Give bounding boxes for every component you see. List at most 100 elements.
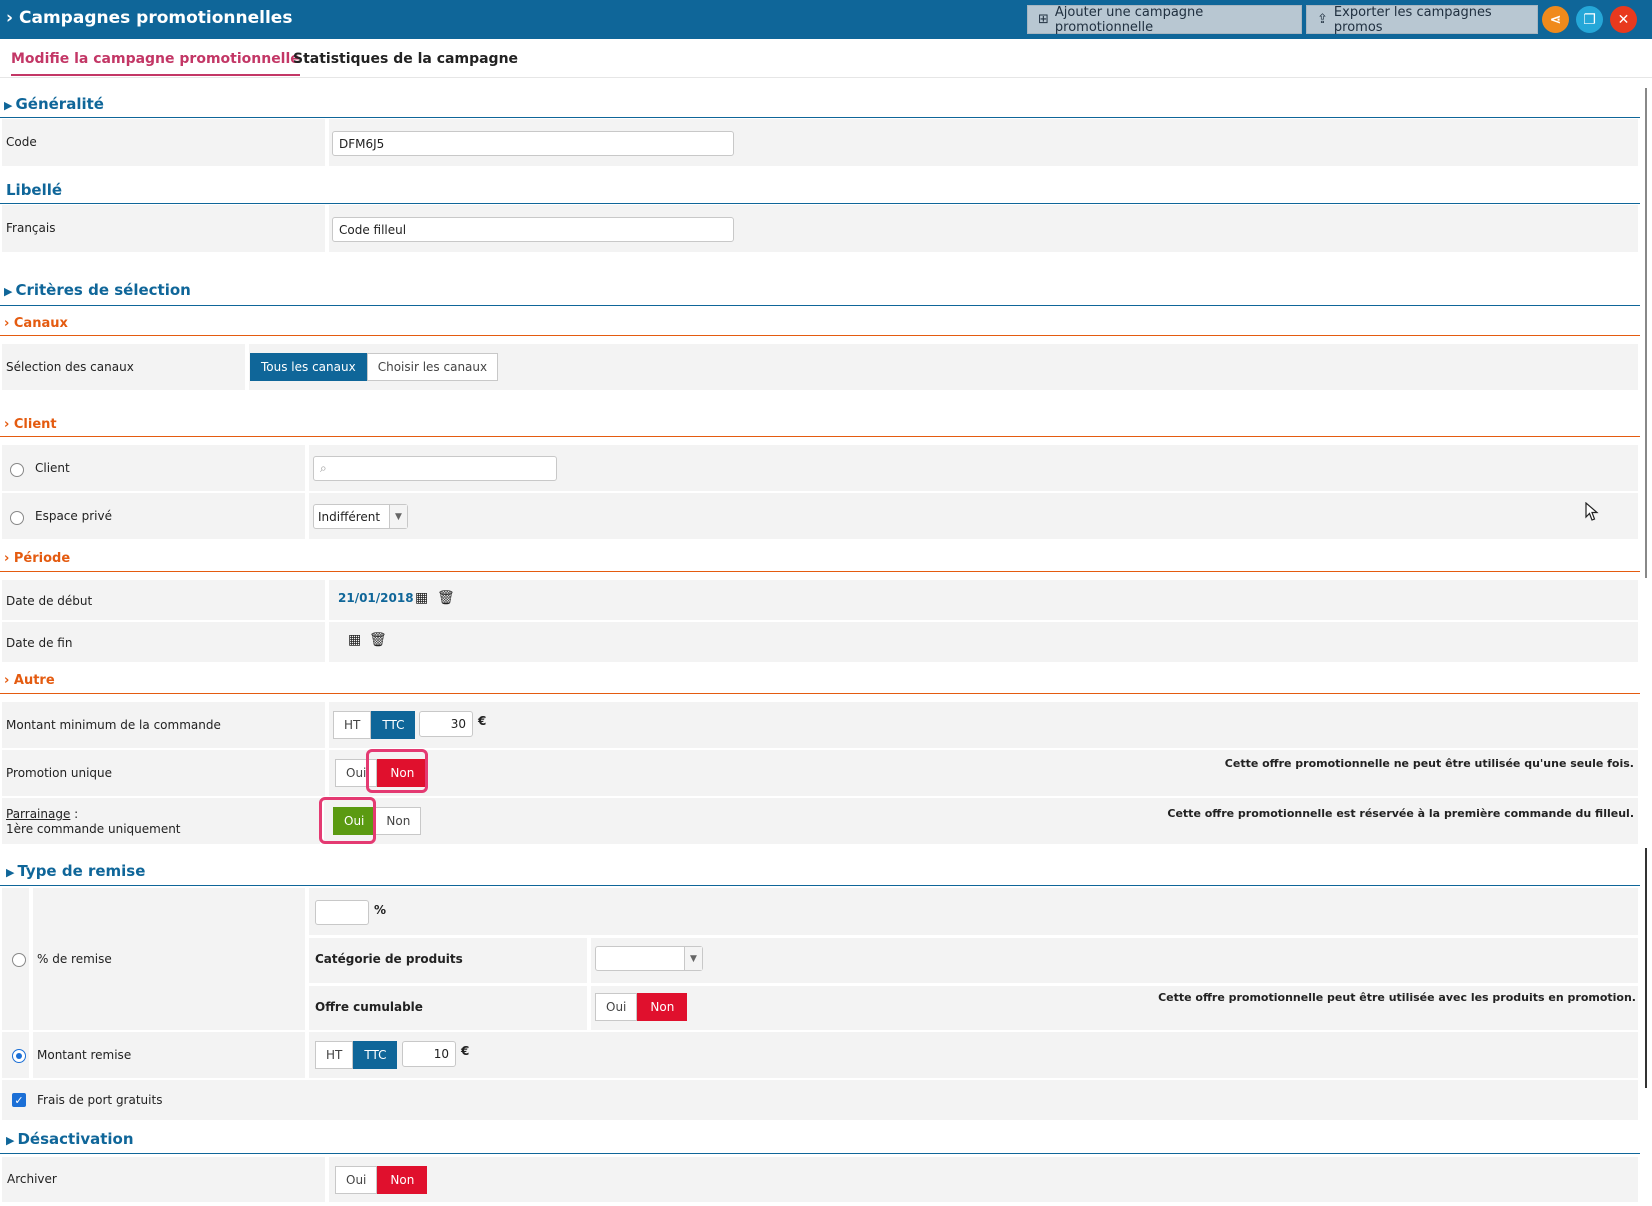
tab-edit-campaign[interactable]: Modifie la campagne promotionnelle [11, 51, 300, 76]
plus-square-icon: ⊞ [1038, 12, 1049, 27]
close-icon[interactable]: ✕ [1610, 6, 1637, 33]
share-icon[interactable]: ⋖ [1542, 6, 1569, 33]
montant-remise-row: Montant remise HT TTC 10 € [2, 1032, 1638, 1078]
francais-row: Français Code filleul [2, 205, 1638, 252]
section-libelle: Libellé [6, 181, 63, 199]
client-radio[interactable] [10, 463, 24, 477]
tab-campaign-stats[interactable]: Statistiques de la campagne [293, 51, 518, 67]
column-separator [305, 888, 309, 1030]
highlight-box [366, 749, 428, 793]
search-icon: ⌕ [320, 461, 327, 475]
montant-remise-radio[interactable] [12, 1049, 26, 1063]
column-separator [305, 1032, 309, 1078]
section-desactivation: ▶ Désactivation [6, 1130, 134, 1148]
parrainage-separator: : [70, 807, 79, 821]
parrainage-label: Parrainage : 1ère commande uniquement [6, 807, 181, 837]
pct-input[interactable] [315, 900, 369, 925]
add-campaign-button[interactable]: ⊞ Ajouter une campagne promotionnelle [1027, 5, 1302, 35]
min-amount-input[interactable]: 30 [419, 711, 473, 737]
non-option[interactable]: Non [637, 993, 688, 1021]
column-separator [325, 1157, 329, 1202]
divider [0, 436, 1640, 437]
espace-radio[interactable] [10, 511, 24, 525]
ht-option[interactable]: HT [315, 1041, 354, 1069]
divider [0, 693, 1640, 694]
divider [0, 203, 1640, 204]
espace-select-value: Indifférent [318, 509, 381, 524]
calendar-icon[interactable]: ▦ [348, 632, 361, 648]
subsection-client: › Client [4, 417, 57, 432]
cumulable-label: Offre cumulable [315, 1000, 423, 1014]
scrollbar[interactable] [1645, 848, 1647, 1088]
end-date-label: Date de fin [6, 636, 73, 650]
divider [309, 935, 1638, 938]
caret-right-icon: ▶ [4, 285, 13, 298]
montant-input[interactable]: 10 [402, 1041, 456, 1067]
start-date-value[interactable]: 21/01/2018 [338, 591, 414, 605]
ttc-option[interactable]: TTC [371, 711, 416, 739]
subsection-autre: › Autre [4, 673, 55, 688]
all-channels-option[interactable]: Tous les canaux [250, 353, 367, 381]
divider [309, 983, 1638, 986]
ttc-option[interactable]: TTC [353, 1041, 398, 1069]
parrainage-row: Parrainage : 1ère commande uniquement Ou… [2, 798, 1638, 844]
oui-option[interactable]: Oui [335, 1166, 378, 1194]
oui-option[interactable]: Oui [595, 993, 638, 1021]
francais-input[interactable]: Code filleul [332, 217, 734, 242]
code-row: Code DFM6J5 [2, 119, 1638, 166]
divider [0, 885, 1640, 886]
upload-icon: ⇪ [1317, 12, 1328, 27]
canaux-row: Sélection des canaux Tous les canaux Cho… [2, 344, 1638, 390]
min-amount-label: Montant minimum de la commande [6, 718, 221, 732]
archiver-row: Archiver Oui Non [2, 1157, 1638, 1202]
client-label: Client [35, 461, 70, 475]
pct-remise-row: % de remise % Catégorie de produits ▼ Of… [2, 888, 1638, 1030]
section-type-remise: ▶ Type de remise [6, 862, 146, 880]
client-row: Client ⌕ [2, 445, 1638, 491]
divider [0, 1153, 1640, 1154]
caret-right-icon: ▶ [6, 1134, 15, 1147]
choose-channels-option[interactable]: Choisir les canaux [366, 353, 499, 381]
start-date-row: Date de début 21/01/2018 ▦ 🗑 [2, 580, 1638, 620]
non-option[interactable]: Non [375, 807, 422, 835]
section-generalite: ▶ Généralité [4, 95, 104, 113]
canaux-toggle: Tous les canaux Choisir les canaux [250, 353, 499, 381]
copy-icon[interactable]: ❐ [1576, 6, 1603, 33]
trash-icon[interactable]: 🗑 [369, 632, 387, 648]
calendar-icon[interactable]: ▦ [415, 590, 428, 606]
promotion-unique-note: Cette offre promotionnelle ne peut être … [1224, 757, 1634, 770]
column-separator [325, 702, 329, 748]
frais-port-row: ✓ Frais de port gratuits [2, 1080, 1638, 1120]
category-label: Catégorie de produits [315, 952, 463, 966]
ht-option[interactable]: HT [333, 711, 372, 739]
export-campaigns-button[interactable]: ⇪ Exporter les campagnes promos [1306, 5, 1538, 35]
check-icon[interactable]: ✓ [12, 1093, 26, 1107]
subsection-canaux: › Canaux [4, 316, 68, 331]
tab-bar: Modifie la campagne promotionnelle Stati… [0, 39, 1652, 78]
section-criteres: ▶ Critères de sélection [4, 281, 191, 299]
espace-select[interactable]: Indifférent ▼ [313, 504, 408, 529]
promotion-unique-label: Promotion unique [6, 766, 113, 780]
archiver-toggle: Oui Non [335, 1166, 428, 1194]
trash-icon[interactable]: 🗑 [437, 590, 455, 606]
cumulable-note: Cette offre promotionnelle peut être uti… [1158, 991, 1636, 1004]
page-title: › Campagnes promotionnelles [6, 8, 293, 28]
scrollbar[interactable] [1645, 88, 1647, 578]
currency-label: € [461, 1044, 470, 1058]
pct-remise-radio[interactable] [12, 953, 26, 967]
mouse-cursor-icon [1585, 502, 1599, 521]
highlight-box [319, 797, 376, 844]
non-option[interactable]: Non [377, 1166, 428, 1194]
espace-label: Espace privé [35, 509, 112, 523]
parrainage-link[interactable]: Parrainage [6, 807, 70, 821]
header-bar: › Campagnes promotionnelles ⊞ Ajouter un… [0, 0, 1652, 39]
column-separator [245, 344, 249, 390]
code-input[interactable]: DFM6J5 [332, 131, 734, 156]
client-search-input[interactable]: ⌕ [313, 456, 557, 481]
caret-right-icon: ▶ [4, 99, 13, 112]
end-date-row: Date de fin ▦ 🗑 [2, 622, 1638, 662]
column-separator [305, 445, 309, 491]
frais-port-label: Frais de port gratuits [37, 1093, 163, 1107]
code-label: Code [6, 135, 37, 149]
category-select[interactable]: ▼ [595, 946, 703, 971]
